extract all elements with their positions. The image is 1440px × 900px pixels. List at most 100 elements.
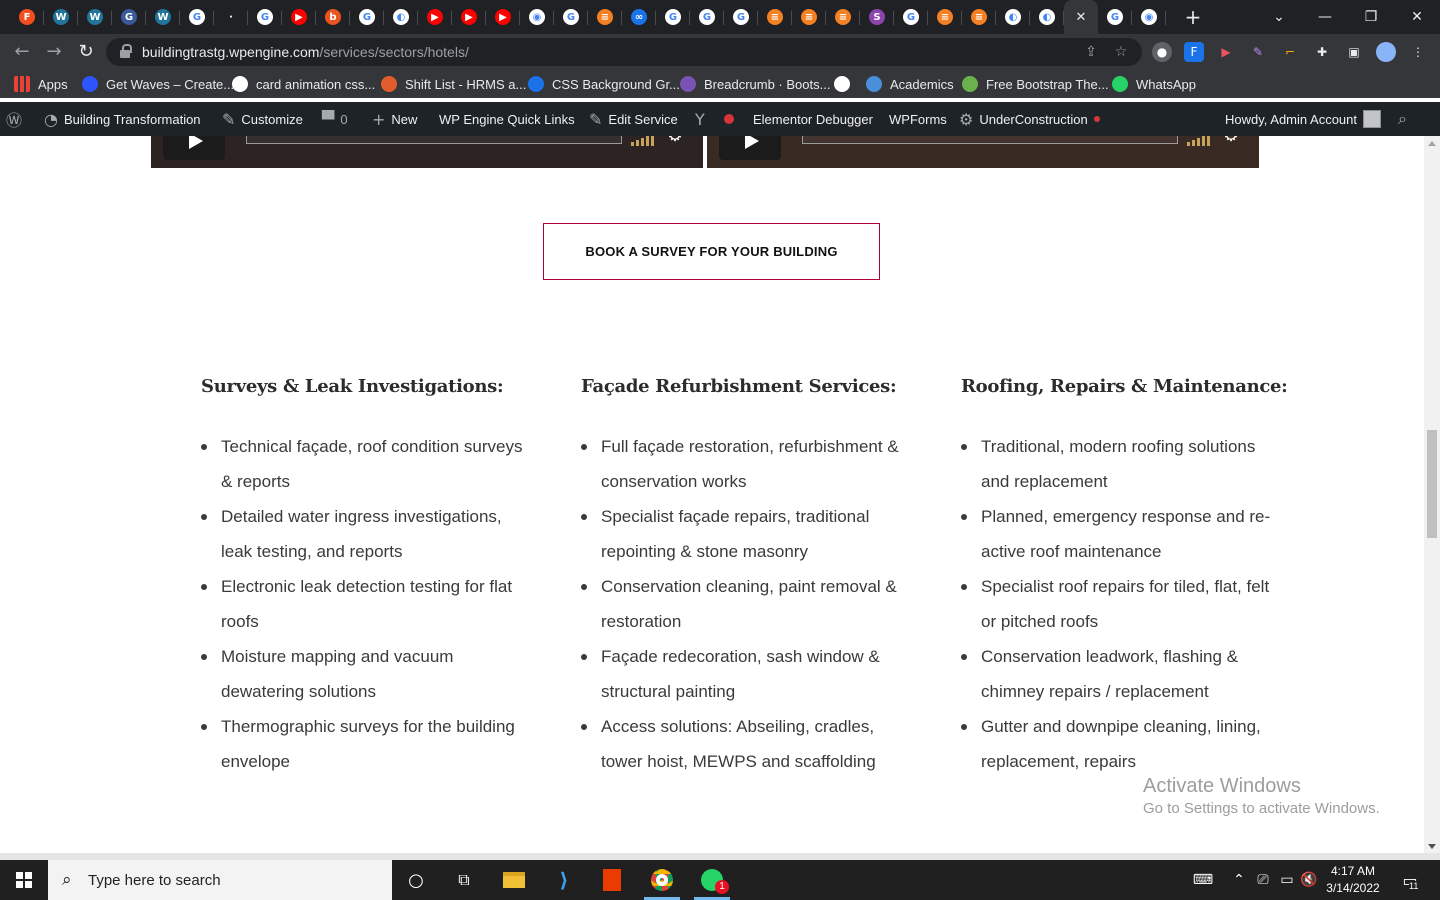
minimize-button[interactable]: — [1302, 0, 1348, 34]
tab-search-icon[interactable]: ⌄ [1256, 0, 1302, 34]
yoast-seo-menu[interactable]: Y [695, 102, 705, 136]
cortana-icon[interactable]: ○ [392, 860, 440, 900]
new-content-menu[interactable]: + New [372, 102, 417, 136]
browser-tab[interactable]: W [44, 4, 78, 30]
video-player-right[interactable]: ⚙ [707, 136, 1259, 168]
browser-tab[interactable]: ◉ [520, 4, 554, 30]
browser-tab[interactable]: ▶ [282, 4, 316, 30]
browser-tab[interactable]: G [656, 4, 690, 30]
wp-engine-quick-links[interactable]: WP Engine Quick Links [439, 102, 575, 136]
browser-tab[interactable]: F [10, 4, 44, 30]
notifications-icon[interactable]: ▭ 11 [1396, 860, 1424, 900]
back-button[interactable]: ← [10, 40, 34, 64]
profile-avatar-icon[interactable] [1376, 42, 1396, 62]
extensions-puzzle-icon[interactable]: ✚ [1312, 42, 1332, 62]
my-account-menu[interactable]: Howdy, Admin Account [1225, 102, 1381, 136]
taskbar-search-box[interactable]: ⌕ Type here to search [48, 860, 392, 900]
browser-tab[interactable]: ◐ [384, 4, 418, 30]
profile-extension-icon[interactable]: ● [1152, 42, 1172, 62]
browser-tab[interactable]: ◐ [996, 4, 1030, 30]
forward-button[interactable]: → [42, 40, 66, 64]
scroll-down-arrow-icon[interactable] [1428, 844, 1436, 849]
bookmark-item[interactable]: Academics [866, 76, 954, 92]
share-icon[interactable]: ⇪ [1082, 43, 1100, 61]
browser-tab[interactable]: G [180, 4, 214, 30]
wpforms-link[interactable]: WPForms [889, 102, 947, 136]
close-window-button[interactable]: ✕ [1394, 0, 1440, 34]
under-construction-link[interactable]: ⚙ UnderConstruction [959, 102, 1100, 136]
browser-tab[interactable]: S [860, 4, 894, 30]
extension-tool-icon[interactable]: ⌐ [1280, 42, 1300, 62]
bookmark-item[interactable]: Free Bootstrap The... [962, 76, 1109, 92]
url-text[interactable]: buildingtrastg.wpengine.com/services/sec… [142, 44, 469, 60]
browser-tab[interactable]: ≡ [962, 4, 996, 30]
chrome-taskbar-icon[interactable] [638, 860, 686, 900]
browser-tab[interactable]: ≡ [588, 4, 622, 30]
admin-search-button[interactable]: ⌕ [1398, 102, 1407, 136]
task-view-icon[interactable]: ⧉ [440, 860, 488, 900]
browser-tab[interactable]: W [78, 4, 112, 30]
browser-tab[interactable]: G [1098, 4, 1132, 30]
browser-tab[interactable]: ▶ [486, 4, 520, 30]
browser-tab[interactable]: G [690, 4, 724, 30]
chrome-menu-icon[interactable]: ⋮ [1408, 42, 1428, 62]
browser-tab[interactable]: G [724, 4, 758, 30]
browser-tab[interactable]: G [350, 4, 384, 30]
browser-tab[interactable]: G [112, 4, 146, 30]
lock-icon[interactable] [120, 44, 132, 58]
book-survey-button[interactable]: BOOK A SURVEY FOR YOUR BUILDING [543, 223, 880, 280]
bookmark-item[interactable]: Get Waves – Create... [82, 76, 234, 92]
browser-tab[interactable]: ◉ [1132, 4, 1166, 30]
bookmark-item[interactable]: Shift List - HRMS a... [381, 76, 526, 92]
bookmark-item[interactable]: WhatsApp [1112, 76, 1196, 92]
browser-tab[interactable]: ▶ [452, 4, 486, 30]
chevron-up-icon[interactable]: ⌃ [1228, 860, 1250, 900]
browser-tab[interactable]: W [146, 4, 180, 30]
volume-icon[interactable] [1187, 136, 1213, 146]
bookmark-item[interactable] [834, 76, 850, 92]
address-bar[interactable]: buildingtrastg.wpengine.com/services/sec… [106, 38, 1142, 66]
browser-tab[interactable]: b [316, 4, 350, 30]
vertical-scrollbar[interactable] [1424, 136, 1440, 853]
file-explorer-icon[interactable] [490, 860, 538, 900]
side-panel-icon[interactable]: ▣ [1344, 42, 1364, 62]
video-progress-bar[interactable] [246, 136, 622, 144]
video-progress-bar[interactable] [802, 136, 1178, 144]
browser-tab[interactable]: · [214, 4, 248, 30]
wordpress-logo-menu[interactable]: Ⓦ [6, 102, 22, 136]
bookmark-star-icon[interactable]: ☆ [1112, 43, 1130, 61]
comments-link[interactable]: ▀ 0 [322, 102, 348, 136]
meet-now-icon[interactable]: ⎚ [1252, 860, 1274, 900]
settings-gear-icon[interactable]: ⚙ [665, 136, 685, 146]
browser-tab[interactable]: G [248, 4, 282, 30]
extension-fi-icon[interactable]: F [1184, 42, 1204, 62]
new-tab-button[interactable]: + [1180, 5, 1206, 29]
scrollbar-thumb[interactable] [1427, 430, 1437, 538]
browser-tab[interactable]: ≡ [826, 4, 860, 30]
browser-tab[interactable]: ▶ [418, 4, 452, 30]
bookmark-item[interactable]: card animation css... [232, 76, 375, 92]
settings-gear-icon[interactable]: ⚙ [1221, 136, 1241, 146]
seo-status-indicator[interactable] [724, 102, 734, 136]
extension-pen-icon[interactable]: ✎ [1248, 42, 1268, 62]
browser-tab[interactable]: ✕ [1064, 0, 1098, 34]
extension-record-icon[interactable]: ▶ [1216, 42, 1236, 62]
horizontal-scrollbar[interactable] [0, 853, 1440, 860]
browser-tab[interactable]: ◐ [1030, 4, 1064, 30]
browser-tab[interactable]: G [894, 4, 928, 30]
browser-tab[interactable]: ∞ [622, 4, 656, 30]
browser-tab[interactable]: ≡ [928, 4, 962, 30]
office-icon[interactable] [588, 860, 636, 900]
browser-tab[interactable]: ≡ [792, 4, 826, 30]
volume-icon[interactable] [631, 136, 657, 146]
whatsapp-taskbar-icon[interactable]: 1 [688, 860, 736, 900]
scroll-up-arrow-icon[interactable] [1428, 141, 1436, 146]
customize-link[interactable]: ✎ Customize [222, 102, 303, 136]
system-clock[interactable]: 4:17 AM 3/14/2022 [1322, 863, 1384, 897]
keyboard-icon[interactable]: ⌨ [1188, 860, 1218, 900]
vscode-icon[interactable]: ⟩ [540, 860, 588, 900]
start-button[interactable] [0, 860, 48, 900]
site-name-menu[interactable]: ◔ Building Transformation [44, 102, 201, 136]
browser-tab[interactable]: G [554, 4, 588, 30]
bookmark-item[interactable]: Apps [14, 76, 68, 92]
